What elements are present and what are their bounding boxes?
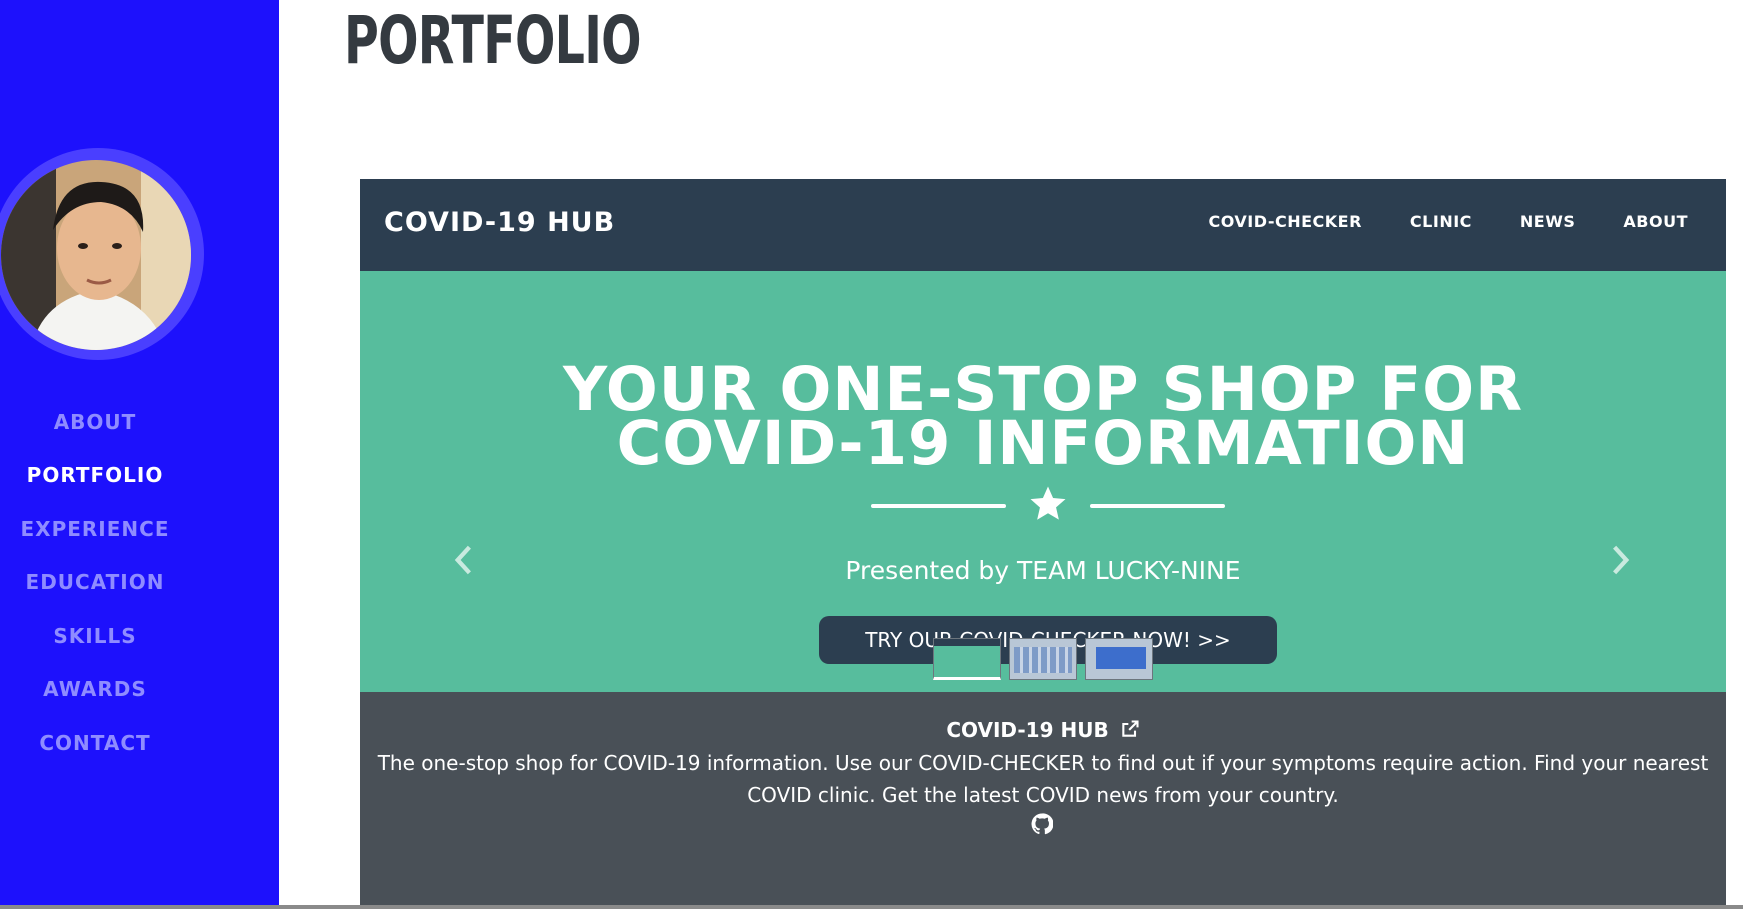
sidebar: ABOUT PORTFOLIO EXPERIENCE EDUCATION SKI… <box>0 0 279 909</box>
preview-brand: COVID-19 HUB <box>384 207 616 238</box>
star-icon <box>1027 483 1069 525</box>
divider-right <box>1090 504 1225 508</box>
carousel-thumbnail-1[interactable] <box>933 638 1001 680</box>
preview-menu: COVID-CHECKER CLINIC NEWS ABOUT <box>1209 212 1689 231</box>
sidebar-item-skills[interactable]: SKILLS <box>0 609 190 663</box>
github-icon[interactable] <box>1031 813 1055 837</box>
project-title: COVID-19 HUB <box>360 718 1726 742</box>
sidebar-nav: ABOUT PORTFOLIO EXPERIENCE EDUCATION SKI… <box>0 395 190 770</box>
page-title: PORTFOLIO <box>344 2 642 79</box>
divider-left <box>871 504 1006 508</box>
carousel-prev-button[interactable] <box>452 541 482 581</box>
bottom-scrollbar[interactable] <box>0 905 1743 909</box>
sidebar-item-contact[interactable]: CONTACT <box>0 716 190 770</box>
project-description: The one-stop shop for COVID-19 informati… <box>377 751 1709 807</box>
external-link-icon[interactable] <box>1120 719 1140 739</box>
project-title-text: COVID-19 HUB <box>946 718 1109 742</box>
avatar <box>1 160 191 350</box>
sidebar-item-about[interactable]: ABOUT <box>0 395 190 449</box>
carousel-thumbnail-2[interactable] <box>1009 638 1077 680</box>
preview-presented-by: Presented by TEAM LUCKY-NINE <box>845 556 1241 585</box>
sidebar-item-awards[interactable]: AWARDS <box>0 663 190 717</box>
preview-menu-news: NEWS <box>1519 212 1576 231</box>
sidebar-item-education[interactable]: EDUCATION <box>0 556 190 610</box>
preview-menu-covid-checker: COVID-CHECKER <box>1208 212 1362 231</box>
preview-navbar: COVID-19 HUB COVID-CHECKER CLINIC NEWS A… <box>360 179 1726 271</box>
sidebar-item-portfolio[interactable]: PORTFOLIO <box>0 449 190 503</box>
preview-menu-about: ABOUT <box>1623 212 1688 231</box>
chevron-right-icon <box>1613 545 1630 575</box>
preview-menu-clinic: CLINIC <box>1409 212 1472 231</box>
carousel-next-button[interactable] <box>1610 541 1640 581</box>
preview-hero-title: YOUR ONE-STOP SHOP FOR COVID-19 INFORMAT… <box>360 359 1726 479</box>
carousel-thumbnail-3[interactable] <box>1085 638 1153 680</box>
project-card: COVID-19 HUB COVID-CHECKER CLINIC NEWS A… <box>360 179 1726 909</box>
sidebar-item-experience[interactable]: EXPERIENCE <box>0 502 190 556</box>
carousel-thumbnails <box>933 638 1153 680</box>
chevron-left-icon <box>454 545 471 575</box>
preview-hero-title-line2: COVID-19 INFORMATION <box>616 408 1470 479</box>
